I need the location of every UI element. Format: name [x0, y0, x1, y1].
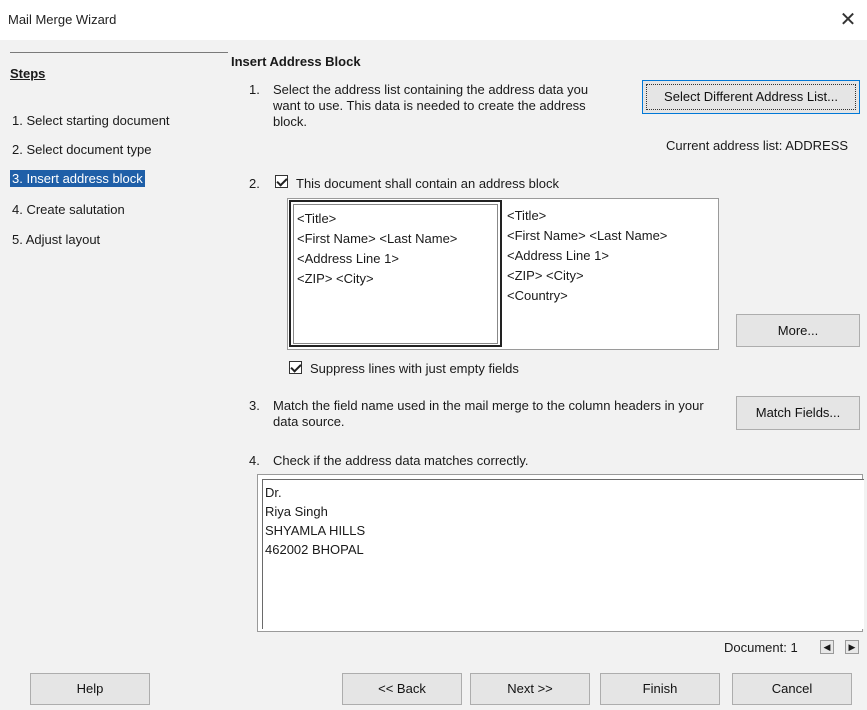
address-block-option-1-inner: <Title> <First Name> <Last Name> <Addres… [293, 204, 498, 344]
finish-button[interactable]: Finish [600, 673, 720, 705]
match-fields-button[interactable]: Match Fields... [736, 396, 860, 430]
step-create-salutation[interactable]: 4. Create salutation [10, 201, 127, 218]
address-block-selector: <Title> <First Name> <Last Name> <Addres… [287, 198, 719, 350]
block2-line: <ZIP> <City> [507, 268, 584, 283]
close-button[interactable]: ✕ [835, 8, 861, 32]
preview-line: Riya Singh [265, 504, 328, 519]
suppress-empty-lines-checkbox[interactable] [289, 361, 302, 374]
block2-line: <Title> [507, 208, 547, 223]
step-adjust-layout[interactable]: 5. Adjust layout [10, 231, 102, 248]
step1-number: 1. [249, 82, 260, 97]
address-block-checkbox-label[interactable]: This document shall contain an address b… [296, 176, 559, 192]
help-button[interactable]: Help [30, 673, 150, 705]
address-preview-content: Dr. Riya Singh SHYAMLA HILLS 462002 BHOP… [262, 479, 864, 629]
step1-description: Select the address list containing the a… [273, 82, 589, 129]
step4-number: 4. [249, 453, 260, 468]
preview-line: 462002 BHOPAL [265, 542, 364, 557]
suppress-empty-lines-label[interactable]: Suppress lines with just empty fields [310, 361, 519, 377]
block2-line: <Country> [507, 288, 568, 303]
block2-line: <First Name> <Last Name> [507, 228, 668, 243]
steps-divider [10, 52, 228, 53]
block1-line: <Address Line 1> [297, 251, 399, 266]
step3-number: 3. [249, 398, 260, 413]
mail-merge-wizard-window: Mail Merge Wizard ✕ Steps 1. Select star… [0, 0, 867, 710]
back-button[interactable]: << Back [342, 673, 462, 705]
address-block-option-1[interactable]: <Title> <First Name> <Last Name> <Addres… [289, 200, 502, 347]
previous-document-button[interactable]: ◀ [820, 640, 834, 654]
arrow-right-icon: ▶ [848, 642, 856, 652]
more-button[interactable]: More... [736, 314, 860, 347]
select-different-address-list-button[interactable]: Select Different Address List... [642, 80, 860, 114]
block1-line: <First Name> <Last Name> [297, 231, 458, 246]
block1-line: <ZIP> <City> [297, 271, 374, 286]
preview-line: SHYAMLA HILLS [265, 523, 366, 538]
address-block-option-2[interactable]: <Title> <First Name> <Last Name> <Addres… [507, 203, 712, 343]
step-select-document-type[interactable]: 2. Select document type [10, 141, 153, 158]
cancel-button[interactable]: Cancel [732, 673, 852, 705]
next-button[interactable]: Next >> [470, 673, 590, 705]
close-icon: ✕ [839, 9, 857, 31]
select-different-address-list-label: Select Different Address List... [646, 84, 856, 110]
address-preview-box: Dr. Riya Singh SHYAMLA HILLS 462002 BHOP… [257, 474, 864, 632]
title-bar: Mail Merge Wizard ✕ [0, 0, 867, 40]
window-title: Mail Merge Wizard [8, 12, 117, 27]
step4-description: Check if the address data matches correc… [273, 453, 529, 468]
block1-line: <Title> [297, 211, 337, 226]
preview-line: Dr. [265, 485, 282, 500]
step-select-starting-document[interactable]: 1. Select starting document [10, 112, 172, 129]
steps-heading: Steps [10, 66, 46, 81]
current-address-list: Current address list: ADDRESS [666, 138, 849, 153]
section-title: Insert Address Block [231, 54, 361, 69]
block2-line: <Address Line 1> [507, 248, 609, 263]
address-block-checkbox[interactable] [275, 175, 288, 188]
step-insert-address-block[interactable]: 3. Insert address block [10, 170, 145, 187]
step3-description: Match the field name used in the mail me… [273, 398, 704, 429]
step2-number: 2. [249, 176, 260, 191]
document-counter: Document: 1 [724, 640, 798, 655]
next-document-button[interactable]: ▶ [845, 640, 859, 654]
arrow-left-icon: ◀ [823, 642, 831, 652]
